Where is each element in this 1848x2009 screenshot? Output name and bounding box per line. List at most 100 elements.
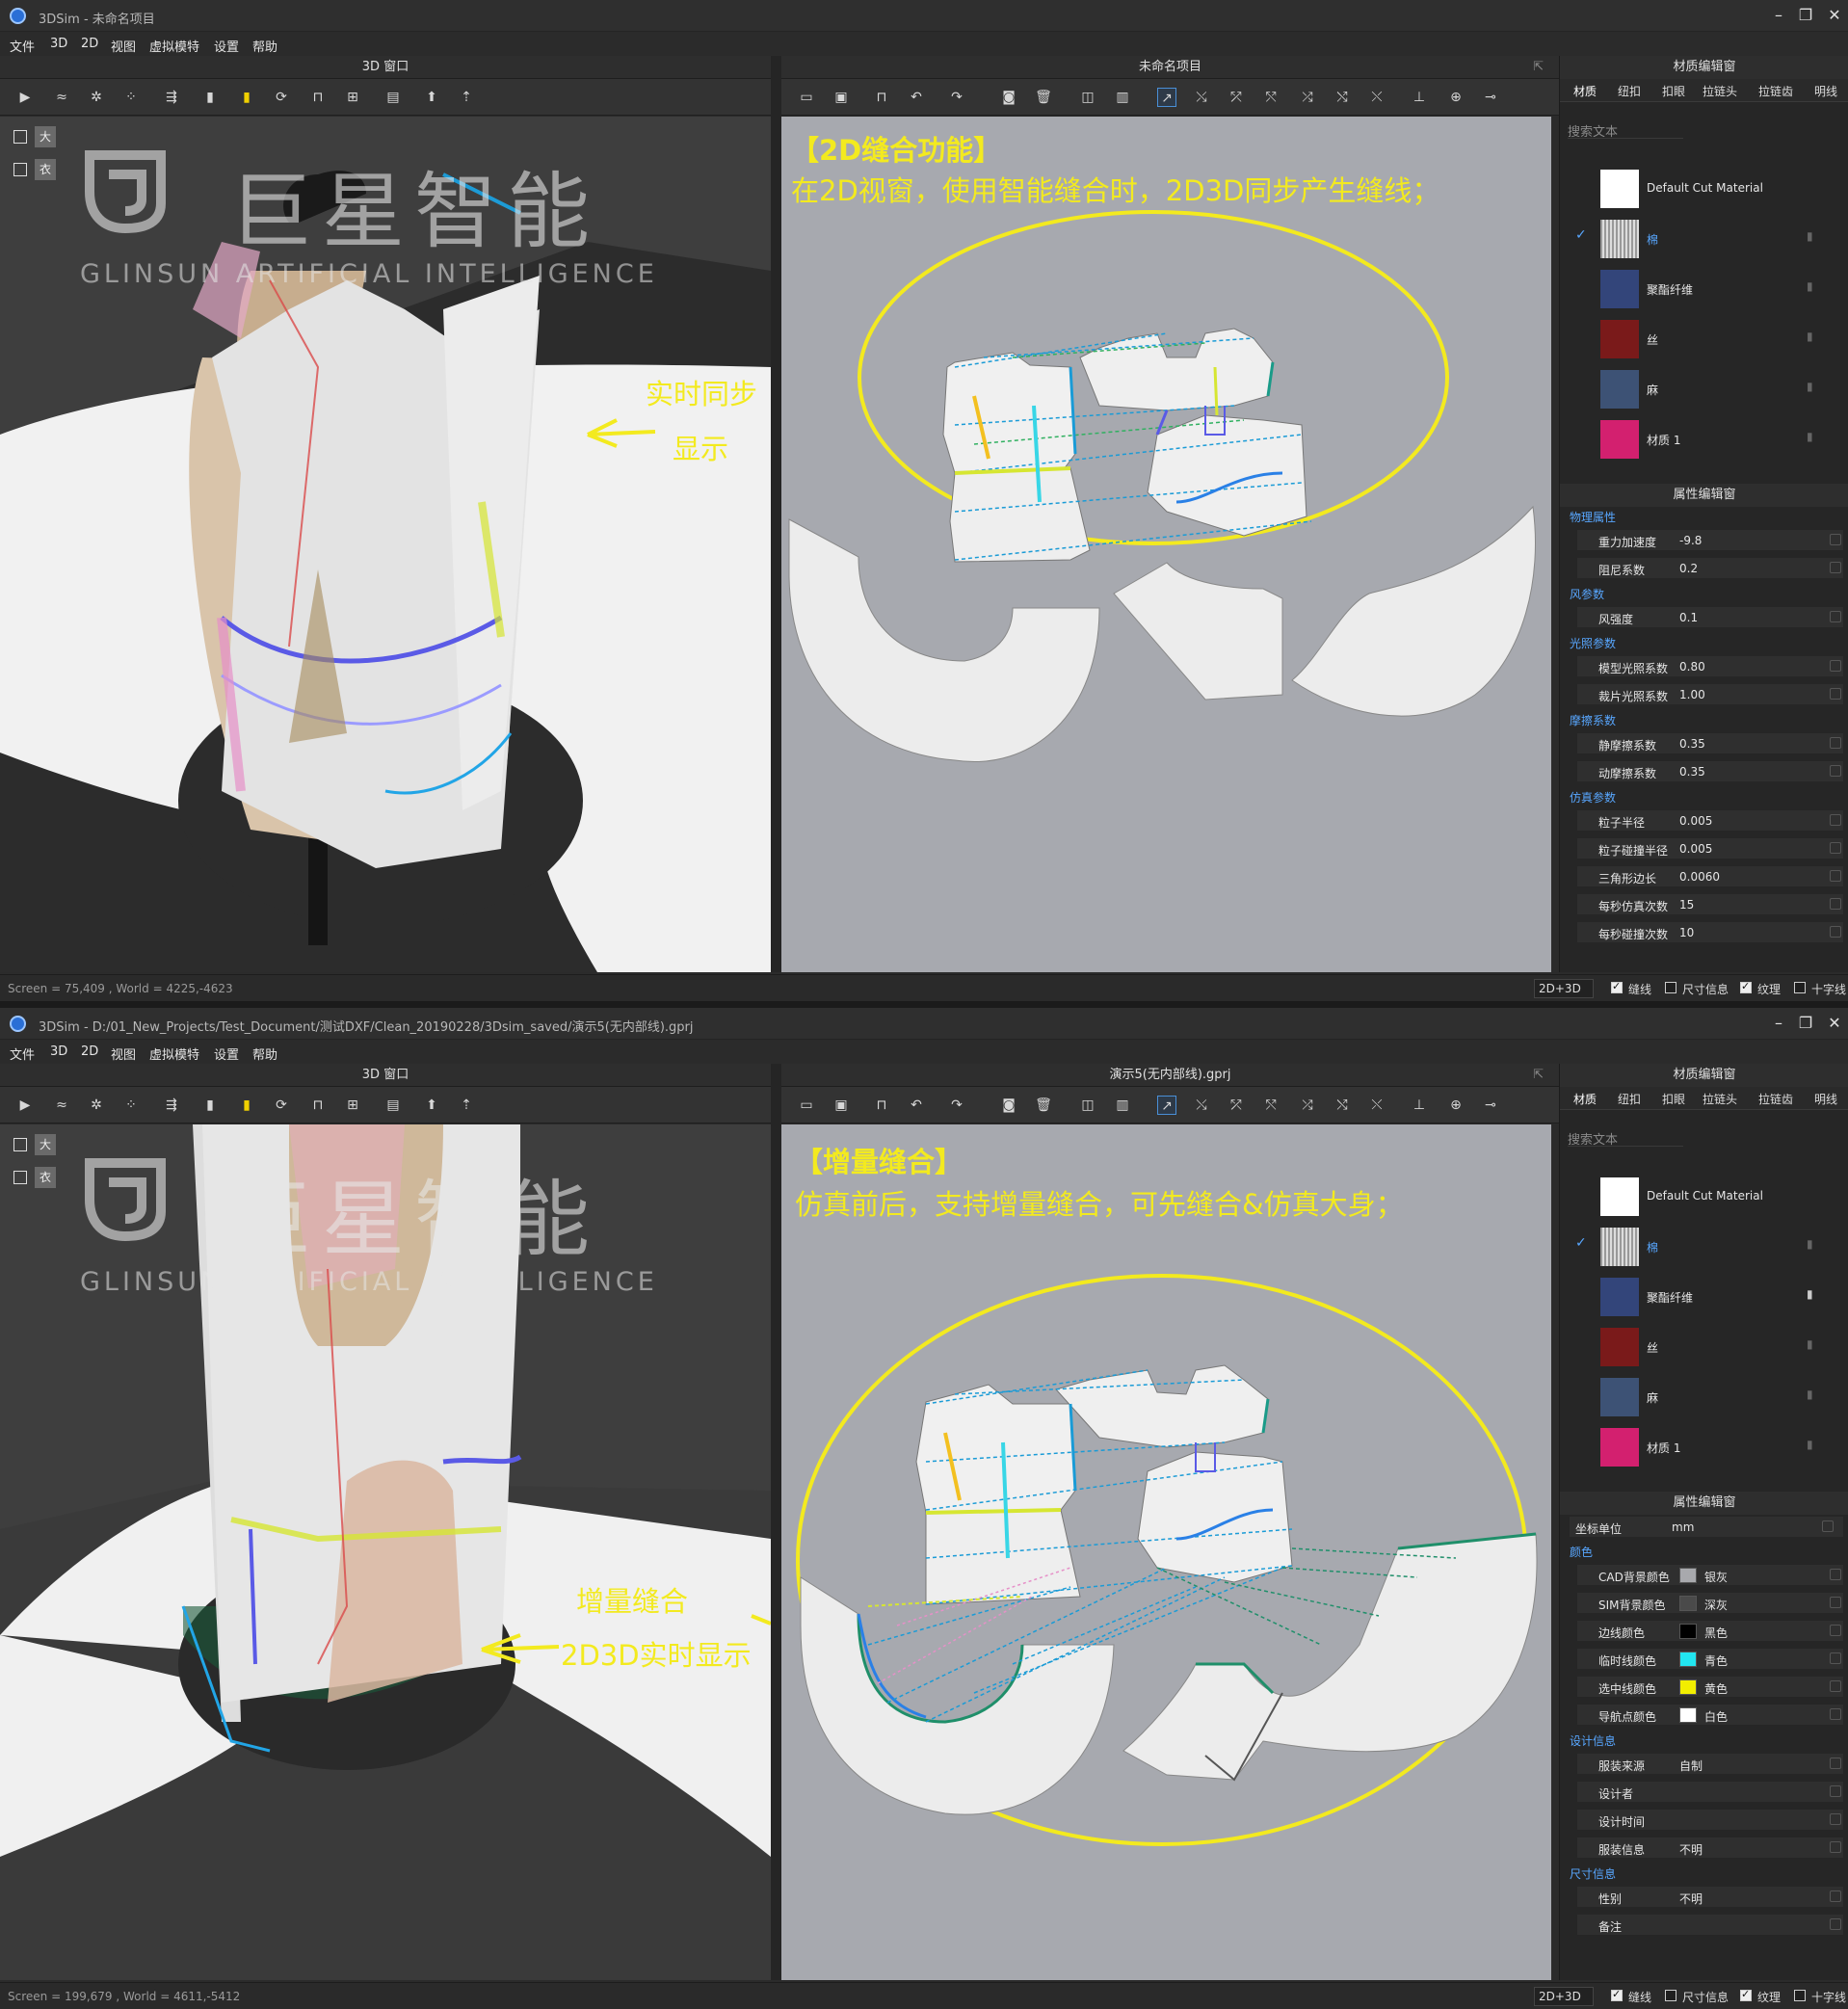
avatar-toggle-icon[interactable]: 大 bbox=[35, 126, 56, 147]
undock-icon[interactable]: ⇱ bbox=[1533, 1064, 1544, 1087]
property-section-title[interactable]: 仿真参数 bbox=[1570, 789, 1616, 806]
menu-file[interactable]: 文件 bbox=[10, 1044, 35, 1063]
menu-settings[interactable]: 设置 bbox=[214, 37, 239, 55]
layout-icon[interactable]: ⊞ bbox=[343, 1096, 362, 1115]
undo-icon[interactable]: ↶ bbox=[907, 1096, 926, 1115]
viewport-2d[interactable]: 【2D缝合功能】 在2D视窗，使用智能缝合时，2D3D同步产生缝线； bbox=[781, 117, 1551, 972]
garment-icon[interactable]: ▮ bbox=[200, 88, 220, 107]
shirt-icon[interactable]: ⊓ bbox=[308, 1096, 328, 1115]
delete-icon[interactable]: 🗑 bbox=[1034, 1096, 1053, 1115]
material-item[interactable]: 聚酯纤维 ▮ bbox=[1560, 1272, 1848, 1322]
material-item[interactable]: 聚酯纤维 ▮ bbox=[1560, 264, 1848, 314]
tab-material[interactable]: 材质 bbox=[1573, 1091, 1597, 1107]
mirror-icon[interactable]: ◫ bbox=[1078, 88, 1097, 107]
menu-avatar[interactable]: 虚拟模特 bbox=[149, 1044, 199, 1063]
property-value-input[interactable]: 10 bbox=[1679, 926, 1694, 939]
restore-icon[interactable]: ❐ bbox=[1794, 5, 1817, 26]
viewport-2d[interactable]: 【增量缝合】 仿真前后，支持增量缝合，可先缝合&仿真大身； bbox=[781, 1124, 1551, 1980]
pattern-icon[interactable]: ▤ bbox=[383, 1096, 403, 1115]
garment-yellow-icon[interactable]: ▮ bbox=[237, 1096, 256, 1115]
sew-edit-icon[interactable]: ⤮ bbox=[1298, 1096, 1317, 1115]
color-swatch[interactable] bbox=[1679, 1707, 1697, 1723]
splitter[interactable] bbox=[771, 56, 781, 972]
checkbox-avatar-icon[interactable] bbox=[13, 130, 27, 144]
material-item[interactable]: 材质 1 ▮ bbox=[1560, 414, 1848, 464]
trash-icon[interactable]: ▮ bbox=[1807, 229, 1813, 243]
property-value-input[interactable]: 自制 bbox=[1679, 1758, 1703, 1774]
property-section-title[interactable]: 物理属性 bbox=[1570, 509, 1616, 525]
property-value-input[interactable]: 0.0060 bbox=[1679, 870, 1720, 884]
dropdown-icon[interactable] bbox=[1830, 660, 1841, 672]
property-value-input[interactable]: 0.2 bbox=[1679, 562, 1698, 575]
garment-icon[interactable]: ▮ bbox=[200, 1096, 220, 1115]
reset-icon[interactable]: ⟳ bbox=[272, 88, 291, 107]
color-swatch[interactable] bbox=[1679, 1568, 1697, 1583]
up2-icon[interactable]: ⇡ bbox=[457, 88, 476, 107]
menu-view[interactable]: 视图 bbox=[111, 37, 136, 55]
dropdown-icon[interactable] bbox=[1830, 814, 1841, 826]
save-icon[interactable]: ▣ bbox=[832, 1096, 851, 1115]
garment-toggle-icon[interactable]: 衣 bbox=[35, 1167, 56, 1188]
material-search-input[interactable]: 搜索文本 bbox=[1568, 1129, 1683, 1148]
sew-edit-icon[interactable]: ⤮ bbox=[1298, 88, 1317, 107]
tab-material[interactable]: 材质 bbox=[1573, 83, 1597, 99]
tab-button[interactable]: 纽扣 bbox=[1618, 1091, 1641, 1107]
book-icon[interactable]: ▥ bbox=[1113, 88, 1132, 107]
viewport-3d[interactable]: 大 衣 巨星智能 GLINSUN ARTIFICIAL INTELLIGENCE… bbox=[0, 117, 771, 972]
menu-2d[interactable]: 2D bbox=[81, 37, 98, 51]
checkbox-avatar-icon[interactable] bbox=[13, 1138, 27, 1151]
checkbox-garment-icon[interactable] bbox=[13, 163, 27, 176]
close-icon[interactable]: ✕ bbox=[1823, 5, 1846, 26]
sew-tool-icon[interactable]: ↗ bbox=[1157, 88, 1176, 107]
property-value-input[interactable]: 15 bbox=[1679, 898, 1694, 912]
undo-icon[interactable]: ↶ bbox=[907, 88, 926, 107]
points-icon[interactable]: ⁘ bbox=[121, 1096, 141, 1115]
dropdown-icon[interactable] bbox=[1830, 842, 1841, 854]
line-icon[interactable]: ⊸ bbox=[1481, 88, 1500, 107]
dropdown-icon[interactable] bbox=[1830, 1841, 1841, 1853]
unit-select[interactable]: mm bbox=[1672, 1520, 1694, 1534]
sew-multi-icon[interactable]: ⤲ bbox=[1261, 88, 1280, 107]
property-section-title[interactable]: 尺寸信息 bbox=[1570, 1865, 1616, 1882]
material-item[interactable]: Default Cut Material bbox=[1560, 1172, 1848, 1222]
material-item[interactable]: ✓ 棉 ▮ bbox=[1560, 1222, 1848, 1272]
property-section-title[interactable]: 光照参数 bbox=[1570, 635, 1616, 651]
material-item[interactable]: 丝 ▮ bbox=[1560, 314, 1848, 364]
dropdown-icon[interactable] bbox=[1830, 1890, 1841, 1902]
trash-icon[interactable]: ▮ bbox=[1807, 330, 1813, 343]
property-value-input[interactable]: 不明 bbox=[1679, 1841, 1703, 1858]
trash-icon[interactable]: ▮ bbox=[1807, 1388, 1813, 1401]
dropdown-icon[interactable] bbox=[1830, 562, 1841, 573]
mode-select[interactable]: 2D+3D bbox=[1534, 979, 1594, 998]
wind-icon[interactable]: ≈ bbox=[52, 88, 71, 107]
sew-free-icon[interactable]: ⤱ bbox=[1227, 88, 1246, 107]
dropdown-icon[interactable] bbox=[1830, 1813, 1841, 1825]
camera-icon[interactable]: ◙ bbox=[999, 1096, 1018, 1115]
checkbox-size[interactable] bbox=[1665, 1990, 1676, 2001]
checkbox-crosshair[interactable] bbox=[1794, 982, 1806, 993]
property-section-title[interactable]: 设计信息 bbox=[1570, 1732, 1616, 1749]
minimize-icon[interactable]: – bbox=[1767, 5, 1790, 26]
color-swatch[interactable] bbox=[1679, 1652, 1697, 1667]
garment-toggle-icon[interactable]: 衣 bbox=[35, 159, 56, 180]
property-value-input[interactable]: 0.005 bbox=[1679, 814, 1712, 828]
trash-icon[interactable]: ▮ bbox=[1807, 1337, 1813, 1351]
color-swatch[interactable] bbox=[1679, 1679, 1697, 1695]
color-swatch[interactable] bbox=[1679, 1624, 1697, 1639]
property-value-input[interactable]: 0.80 bbox=[1679, 660, 1705, 674]
dropdown-icon[interactable] bbox=[1830, 1597, 1841, 1608]
up-icon[interactable]: ⬆ bbox=[422, 1096, 441, 1115]
property-value-input[interactable]: -9.8 bbox=[1679, 534, 1702, 547]
crosshair-icon[interactable]: ⊕ bbox=[1446, 1096, 1465, 1115]
dropdown-icon[interactable] bbox=[1830, 1625, 1841, 1636]
menu-2d[interactable]: 2D bbox=[81, 1044, 98, 1059]
garment-yellow-icon[interactable]: ▮ bbox=[237, 88, 256, 107]
redo-icon[interactable]: ↷ bbox=[947, 1096, 966, 1115]
sew-check-icon[interactable]: ⤭ bbox=[1333, 88, 1352, 107]
fold-icon[interactable]: ⇶ bbox=[162, 1096, 181, 1115]
dropdown-icon[interactable] bbox=[1830, 1680, 1841, 1692]
minimize-icon[interactable]: – bbox=[1767, 1013, 1790, 1034]
sew-multi-icon[interactable]: ⤲ bbox=[1261, 1096, 1280, 1115]
dropdown-icon[interactable] bbox=[1830, 1652, 1841, 1664]
material-item[interactable]: ✓ 棉 ▮ bbox=[1560, 214, 1848, 264]
